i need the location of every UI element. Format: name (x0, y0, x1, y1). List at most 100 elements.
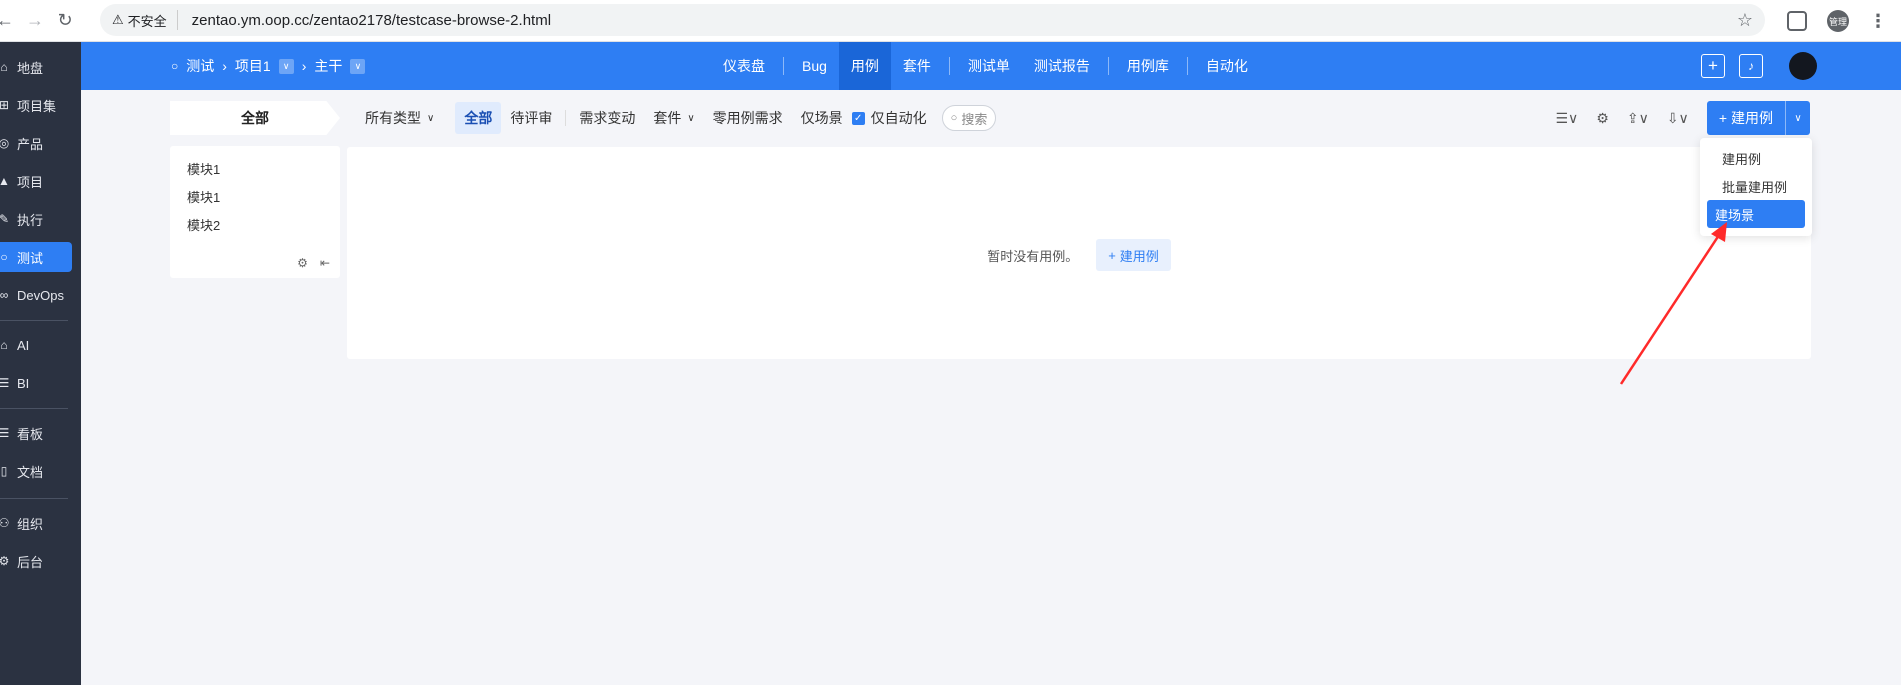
bookmark-star-icon[interactable]: ☆ (1737, 10, 1753, 31)
tab-dashboard[interactable]: 仪表盘 (711, 42, 777, 90)
gear-icon[interactable]: ⚙ (1596, 110, 1609, 127)
plus-icon: + (1108, 247, 1116, 263)
url-text: zentao.ym.oop.cc/zentao2178/testcase-bro… (191, 11, 552, 29)
board-icon: ☰ (0, 426, 10, 440)
chart-icon: ☰ (0, 376, 10, 390)
sidebar-item-admin[interactable]: ⚙ 后台 (0, 546, 72, 576)
tree-item[interactable]: 模块2 (187, 215, 220, 234)
sidebar-item-home[interactable]: ⌂ 地盘 (0, 52, 72, 82)
tab-testtask[interactable]: 测试单 (956, 42, 1022, 90)
sidebar-item-test[interactable]: ○ 测试 (0, 242, 72, 272)
sidebar-divider (0, 320, 68, 321)
forward-arrow-icon[interactable]: → (20, 6, 50, 36)
filter-wait-review[interactable]: 待评审 (501, 102, 561, 134)
module-tree: 模块1 模块1 模块2 ⚙ ⇤ (170, 146, 340, 278)
import-icon[interactable]: ⇩∨ (1667, 110, 1689, 127)
search-icon: ○ (0, 250, 8, 264)
crumb-test[interactable]: 测试 (186, 56, 214, 76)
create-case-button-group: + 建用例 ∨ (1706, 101, 1810, 135)
filter-need-change[interactable]: 需求变动 (570, 102, 644, 134)
user-avatar[interactable] (1789, 52, 1817, 80)
plus-icon[interactable]: + (1701, 54, 1725, 78)
empty-create-case-button[interactable]: + 建用例 (1096, 239, 1171, 271)
sidebar-item-execution[interactable]: ✎ 执行 (0, 204, 72, 234)
browser-toolbar: ← → ↻ ⚠ 不安全 zentao.ym.oop.cc/zentao2178/… (0, 0, 1901, 42)
bulb-icon: ◎ (0, 136, 10, 150)
gear-icon[interactable]: ⚙ (297, 256, 308, 270)
case-list-panel: 暂时没有用例。 + 建用例 (347, 147, 1811, 359)
tree-item[interactable]: 模块1 (187, 159, 220, 178)
chevron-down-icon[interactable]: ∨ (278, 58, 294, 74)
filter-all[interactable]: 全部 (455, 102, 502, 134)
chevron-right-icon: › (301, 58, 307, 74)
profile-avatar[interactable]: 管理 (1827, 10, 1849, 32)
home-icon: ⌂ (0, 60, 8, 74)
chevron-down-icon: ∨ (687, 112, 695, 124)
address-bar[interactable]: ⚠ 不安全 zentao.ym.oop.cc/zentao2178/testca… (100, 4, 1765, 36)
people-icon: ⚇ (0, 516, 10, 530)
tree-item[interactable]: 模块1 (187, 187, 220, 206)
sidebar-item-devops[interactable]: ∞ DevOps (0, 280, 72, 310)
sidebar-item-ai[interactable]: ⌂ AI (0, 330, 72, 360)
all-modules-button[interactable]: 全部 (170, 101, 340, 135)
tab-bug[interactable]: Bug (790, 42, 839, 90)
back-arrow-icon[interactable]: ← (0, 6, 20, 36)
sidebar-item-bi[interactable]: ☰ BI (0, 368, 72, 398)
collapse-left-icon[interactable]: ⇤ (320, 256, 330, 270)
create-case-button[interactable]: + 建用例 (1707, 101, 1786, 135)
gear-icon: ⚙ (0, 554, 10, 568)
breadcrumb: ○ 测试 › 项目1 ∨ › 主干 ∨ (171, 42, 366, 90)
security-indicator[interactable]: ⚠ 不安全 (112, 10, 178, 30)
tab-case[interactable]: 用例 (838, 42, 891, 90)
tab-report[interactable]: 测试报告 (1022, 42, 1102, 90)
search-button[interactable]: ○ 搜索 (941, 105, 997, 131)
warning-icon: ⚠ (112, 12, 124, 27)
crumb-project[interactable]: 项目1 (235, 56, 271, 76)
tab-automation[interactable]: 自动化 (1194, 42, 1260, 90)
tab-suite[interactable]: 套件 (891, 42, 943, 90)
filter-divider (565, 110, 567, 126)
type-filter-dropdown[interactable]: 所有类型 ∨ (356, 102, 443, 134)
extensions-icon[interactable] (1787, 11, 1807, 31)
sidebar-item-project[interactable]: ▲ 项目 (0, 166, 72, 196)
search-icon: ○ (171, 59, 179, 73)
tab-divider (783, 57, 784, 75)
create-case-dropdown-toggle[interactable]: ∨ (1786, 101, 1810, 135)
grid-icon: ⊞ (0, 98, 10, 112)
browser-menu-icon[interactable]: ⋮ (1869, 11, 1887, 32)
sidebar-item-org[interactable]: ⚇ 组织 (0, 508, 72, 538)
infinity-icon: ∞ (0, 288, 9, 302)
arrow-head (1711, 222, 1727, 242)
filter-zero-case[interactable]: 零用例需求 (704, 102, 792, 134)
chevron-down-icon: ∨ (427, 112, 435, 124)
export-icon[interactable]: ⇪∨ (1627, 110, 1649, 127)
robot-icon: ⌂ (0, 338, 8, 352)
chevron-down-icon: ∨ (1794, 112, 1802, 124)
annotation-arrow (1619, 222, 1727, 385)
filter-bar: 全部 所有类型 ∨ 全部 待评审 需求变动 套件 ∨ 零用例需求 仅场景 ✓ 仅… (170, 100, 1810, 136)
sidebar-item-doc[interactable]: ▯ 文档 (0, 456, 72, 486)
tab-divider (948, 57, 950, 75)
reload-icon[interactable]: ↻ (50, 6, 80, 36)
menu-item-batch-create[interactable]: 批量建用例 (1707, 172, 1805, 200)
search-icon: ○ (950, 112, 958, 124)
sidebar-item-product[interactable]: ◎ 产品 (0, 128, 72, 158)
tab-caselib[interactable]: 用例库 (1115, 42, 1181, 90)
auto-only-checkbox[interactable]: ✓ 仅自动化 (851, 102, 936, 134)
doc-icon: ▯ (0, 464, 8, 478)
chevron-down-icon[interactable]: ∨ (350, 58, 366, 74)
sidebar-item-program[interactable]: ⊞ 项目集 (0, 90, 72, 120)
chevron-right-icon: › (222, 58, 227, 74)
filter-scene-only[interactable]: 仅场景 (792, 102, 852, 134)
display-settings-icon[interactable]: ☰∨ (1555, 110, 1578, 127)
arrow-shaft (1619, 231, 1723, 385)
filter-suite-dropdown[interactable]: 套件 ∨ (644, 102, 703, 134)
crumb-branch[interactable]: 主干 (314, 56, 342, 76)
checkmark-icon: ✓ (851, 111, 865, 125)
bell-icon[interactable]: ♪ (1739, 54, 1763, 78)
menu-item-create-case[interactable]: 建用例 (1707, 144, 1805, 172)
sidebar-item-kanban[interactable]: ☰ 看板 (0, 418, 72, 448)
rocket-icon: ▲ (0, 174, 10, 188)
tab-divider (1107, 57, 1109, 75)
plus-icon: + (1718, 110, 1727, 126)
